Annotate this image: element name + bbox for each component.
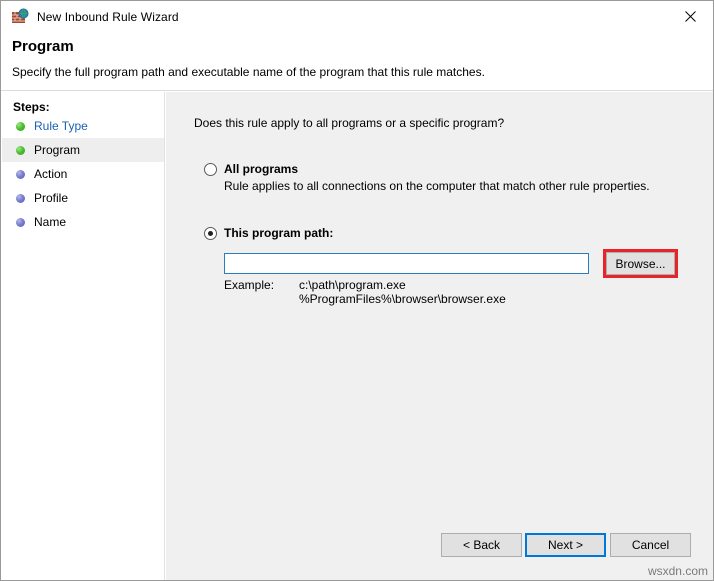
step-bullet-pending-icon [16, 170, 25, 179]
sidebar-item-label: Action [34, 167, 67, 181]
step-bullet-pending-icon [16, 194, 25, 203]
content-pane: Does this rule apply to all programs or … [166, 92, 713, 580]
browse-button[interactable]: Browse... [606, 252, 675, 275]
step-bullet-done-icon [16, 146, 25, 155]
title-bar: New Inbound Rule Wizard [1, 1, 713, 32]
sidebar-item-label: Rule Type [34, 119, 88, 133]
program-path-input[interactable] [224, 253, 589, 274]
sidebar-item-program[interactable]: Program [2, 138, 164, 162]
question-text: Does this rule apply to all programs or … [194, 116, 504, 130]
radio-this-program-path[interactable] [204, 227, 217, 240]
option-this-program-path[interactable]: This program path: [166, 226, 713, 240]
next-button[interactable]: Next > [525, 533, 606, 557]
example-spacer [224, 292, 299, 306]
step-bullet-pending-icon [16, 218, 25, 227]
program-path-row: Browse... [224, 249, 678, 278]
sidebar-item-label: Profile [34, 191, 68, 205]
back-button[interactable]: < Back [441, 533, 522, 557]
sidebar-item-name[interactable]: Name [2, 210, 164, 234]
radio-all-programs[interactable] [204, 163, 217, 176]
option-description: Rule applies to all connections on the c… [166, 179, 713, 193]
sidebar-item-profile[interactable]: Profile [2, 186, 164, 210]
sidebar-item-rule-type[interactable]: Rule Type [2, 114, 164, 138]
window-title: New Inbound Rule Wizard [37, 10, 179, 24]
watermark: wsxdn.com [648, 564, 708, 578]
sidebar-item-label: Name [34, 215, 66, 229]
example-block: Example: c:\path\program.exe %ProgramFil… [224, 278, 506, 306]
steps-sidebar: Steps: Rule Type Program Action Profile … [2, 92, 165, 580]
page-header: Program Specify the full program path an… [1, 32, 713, 91]
option-label: All programs [224, 162, 298, 176]
steps-label: Steps: [2, 92, 164, 114]
option-label: This program path: [224, 226, 333, 240]
footer-button-bar: < Back Next > Cancel [1, 533, 713, 559]
step-bullet-done-icon [16, 122, 25, 131]
option-all-programs[interactable]: All programs Rule applies to all connect… [166, 162, 713, 193]
sidebar-item-action[interactable]: Action [2, 162, 164, 186]
example-line-1: c:\path\program.exe [299, 278, 406, 292]
browse-button-highlight: Browse... [603, 249, 678, 278]
firewall-globe-icon [11, 8, 29, 26]
example-label: Example: [224, 278, 299, 292]
sidebar-item-label: Program [34, 143, 80, 157]
example-line-2: %ProgramFiles%\browser\browser.exe [299, 292, 506, 306]
page-subtitle: Specify the full program path and execut… [12, 65, 485, 79]
close-icon[interactable] [668, 1, 713, 31]
cancel-button[interactable]: Cancel [610, 533, 691, 557]
page-title: Program [12, 38, 74, 55]
wizard-window: New Inbound Rule Wizard Program Specify … [0, 0, 714, 581]
